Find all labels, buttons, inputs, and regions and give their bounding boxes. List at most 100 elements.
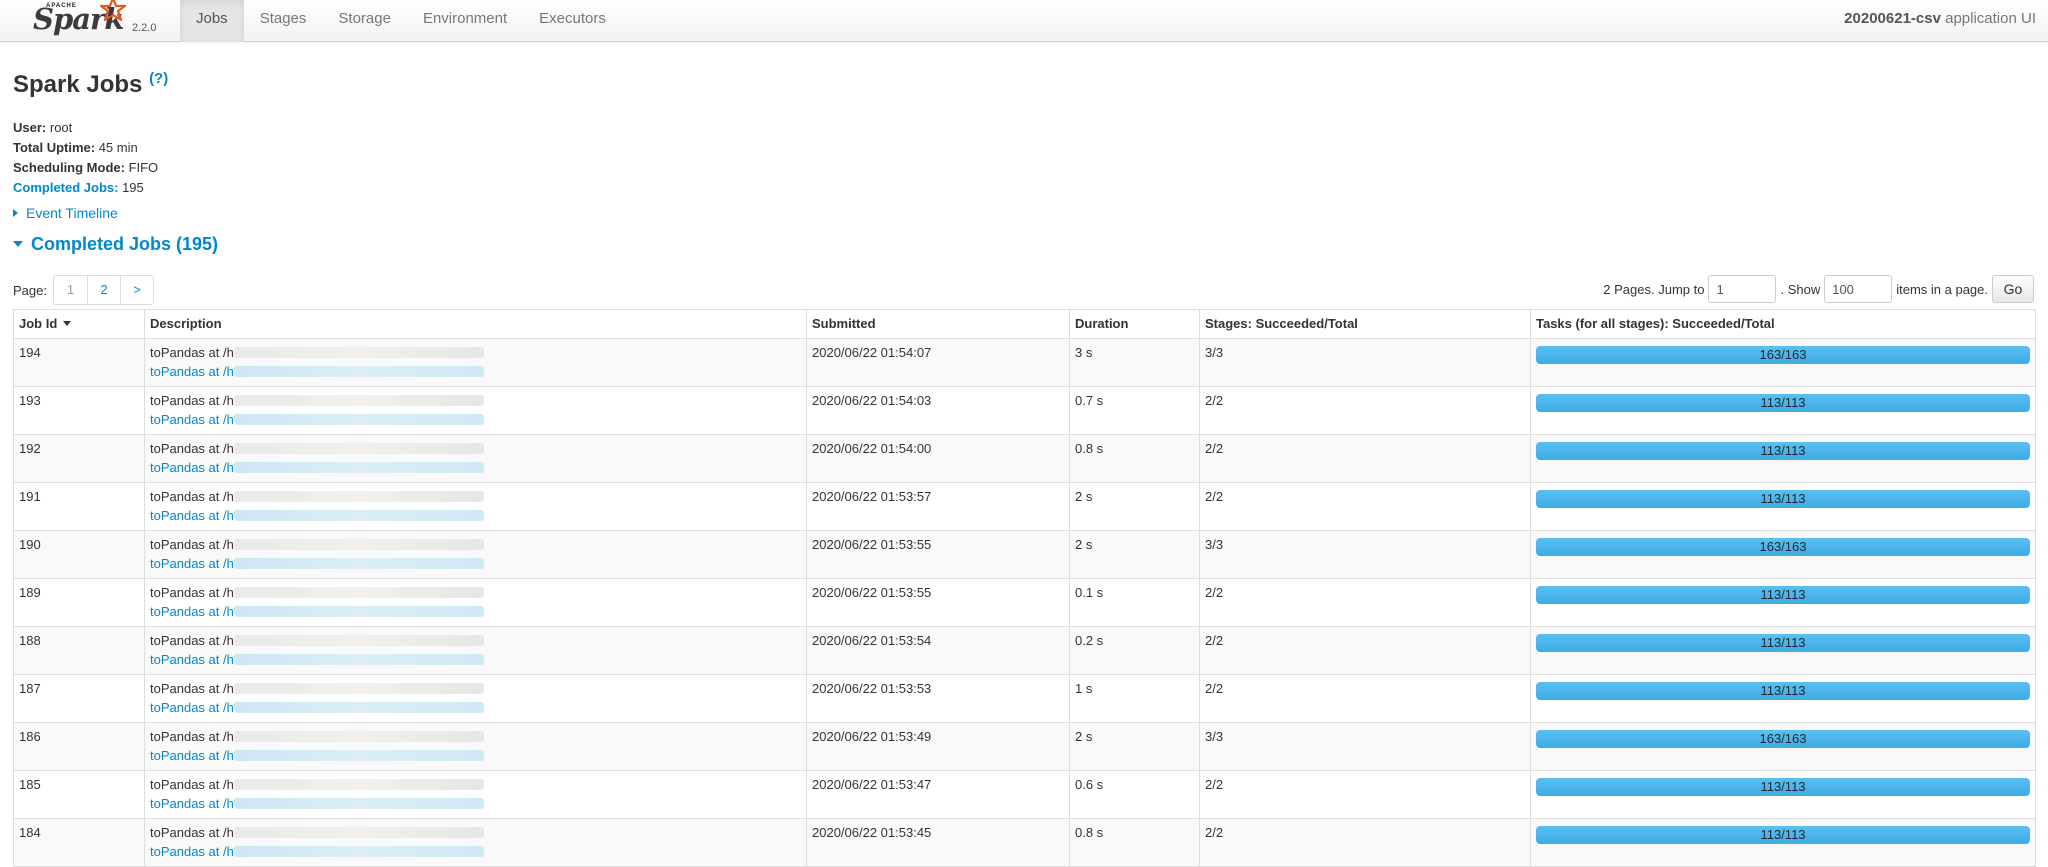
tasks-progress-label: 113/113 [1760,443,1806,458]
job-id-value: 190 [19,537,41,552]
duration-value: 0.8 s [1075,441,1104,456]
redacted-path [233,846,484,857]
submitted-value: 2020/06/22 01:53:53 [812,681,932,696]
job-description-link[interactable]: toPandas at /h [150,796,801,815]
job-stages: 2/2 [1199,626,1531,675]
job-submitted: 2020/06/22 01:53:55 [806,530,1070,579]
stages-value: 2/2 [1205,825,1224,840]
job-description-link[interactable]: toPandas at /h [150,652,801,671]
job-description: toPandas at /h toPandas at /h [144,434,807,483]
completed-jobs-table: Job Id Description Submitted Duration St… [13,309,2036,867]
description-link-prefix: toPandas at /h [150,796,234,811]
tasks-progress-label: 113/113 [1760,491,1806,506]
brand-version: 2.2.0 [132,22,157,34]
job-duration: 0.7 s [1069,386,1200,435]
page-1-link[interactable]: 1 [54,276,87,304]
tasks-progress-label: 113/113 [1760,827,1806,842]
sort-desc-icon [63,321,72,326]
job-tasks: 113/113 [1530,674,2036,723]
jump-to-page-input[interactable] [1708,275,1777,303]
description-prefix: toPandas at /h [150,681,234,696]
job-duration: 0.8 s [1069,434,1200,483]
page-2-link[interactable]: 2 [86,276,120,304]
page-title-text: Spark Jobs [13,71,143,98]
table-row: 190 toPandas at /h toPandas at /h 2020/06/2… [13,530,2036,579]
job-description-link[interactable]: toPandas at /h [150,460,801,479]
table-row: 193 toPandas at /h toPandas at /h 2020/06/2… [13,386,2036,435]
col-stages[interactable]: Stages: Succeeded/Total [1199,309,1531,339]
job-description-link[interactable]: toPandas at /h [150,412,801,431]
job-description-link[interactable]: toPandas at /h [150,508,801,527]
job-description-link[interactable]: toPandas at /h [150,844,801,863]
job-submitted: 2020/06/22 01:54:00 [806,434,1070,483]
redacted-path [233,587,484,598]
job-description-text: toPandas at /h [150,489,801,508]
redacted-path [233,606,484,617]
col-submitted[interactable]: Submitted [806,309,1070,339]
summary-user: User: root [13,118,158,138]
job-description-text: toPandas at /h [150,441,801,460]
tab-jobs[interactable]: Jobs [180,0,244,42]
tasks-progress-label: 113/113 [1760,683,1806,698]
redacted-path [233,395,484,406]
job-description-text: toPandas at /h [150,345,801,364]
tab-executors[interactable]: Executors [523,0,622,42]
event-timeline-toggle[interactable]: Event Timeline [13,205,118,221]
duration-value: 0.7 s [1075,393,1104,408]
spark-star-icon [100,0,126,22]
job-stages: 2/2 [1199,578,1531,627]
duration-value: 2 s [1075,537,1093,552]
tab-storage[interactable]: Storage [322,0,407,42]
completed-jobs-toggle[interactable]: Completed Jobs (195) [13,234,218,255]
tab-environment[interactable]: Environment [407,0,523,42]
redacted-path [233,683,484,694]
job-duration: 1 s [1069,674,1200,723]
tab-stages[interactable]: Stages [244,0,323,42]
spark-logo[interactable]: APACHE Spark 2.2.0 [30,0,180,42]
col-duration[interactable]: Duration [1069,309,1200,339]
job-description-link[interactable]: toPandas at /h [150,556,801,575]
tasks-progress-label: 163/163 [1759,731,1807,746]
tasks-progress-bar: 113/113 [1536,442,2030,460]
job-submitted: 2020/06/22 01:53:49 [806,722,1070,771]
col-tasks[interactable]: Tasks (for all stages): Succeeded/Total [1530,309,2036,339]
job-id: 189 [13,578,145,627]
description-link-prefix: toPandas at /h [150,604,234,619]
uptime-value: 45 min [95,140,138,155]
job-description-text: toPandas at /h [150,825,801,844]
app-suffix: application UI [1940,10,2036,27]
go-button[interactable]: Go [1992,275,2034,303]
page-controls: 2 Pages. Jump to . Show items in a page.… [1603,274,2034,304]
col-description[interactable]: Description [144,309,807,339]
page-size-input[interactable] [1824,275,1893,303]
help-link[interactable]: (?) [149,70,168,87]
job-description-text: toPandas at /h [150,777,801,796]
duration-value: 3 s [1075,345,1093,360]
completed-jobs-link[interactable]: Completed Jobs: [13,180,118,195]
stages-value: 2/2 [1205,441,1224,456]
table-row: 185 toPandas at /h toPandas at /h 2020/06/2… [13,770,2036,819]
col-job-id[interactable]: Job Id [13,309,145,339]
job-description-link[interactable]: toPandas at /h [150,604,801,623]
job-submitted: 2020/06/22 01:53:45 [806,818,1070,867]
next-page-link[interactable]: > [119,276,153,304]
job-stages: 2/2 [1199,386,1531,435]
uptime-label: Total Uptime: [13,140,96,155]
nav-tabs: Jobs Stages Storage Environment Executor… [180,0,622,42]
description-prefix: toPandas at /h [150,393,234,408]
job-submitted: 2020/06/22 01:53:47 [806,770,1070,819]
job-description-text: toPandas at /h [150,633,801,652]
job-description-link[interactable]: toPandas at /h [150,748,801,767]
job-id-value: 187 [19,681,41,696]
job-id: 184 [13,818,145,867]
job-description-text: toPandas at /h [150,585,801,604]
job-description-link[interactable]: toPandas at /h [150,364,801,383]
redacted-path [233,462,484,473]
job-id-value: 186 [19,729,41,744]
job-description-link[interactable]: toPandas at /h [150,700,801,719]
description-prefix: toPandas at /h [150,585,234,600]
job-id: 185 [13,770,145,819]
completed-value: 195 [118,180,144,195]
redacted-path [233,798,484,809]
summary-mode: Scheduling Mode: FIFO [13,158,158,178]
